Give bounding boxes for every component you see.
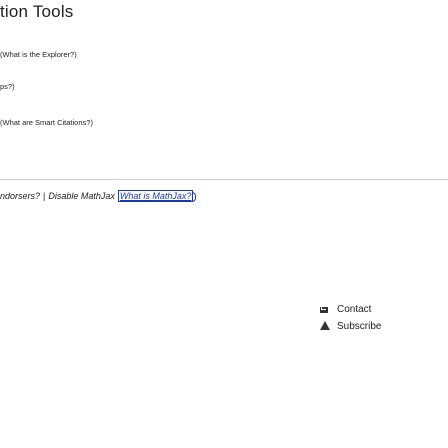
smart-citations-help-line: (What are Smart Citations?) [0, 118, 93, 127]
paren-close: ) [90, 118, 93, 127]
section-title: tion Tools [0, 2, 74, 21]
footer-links: Contact Subscribe [320, 301, 381, 335]
paren-close: ) [74, 50, 77, 59]
what-is-explorer-link[interactable]: What is the Explorer? [3, 50, 75, 59]
what-are-smart-citations-link[interactable]: What are Smart Citations? [3, 118, 91, 127]
tool-help-line: ps?) [0, 82, 15, 91]
separator: | [43, 191, 46, 201]
subscribe-link[interactable]: Subscribe [320, 318, 381, 335]
what-is-mathjax-link[interactable]: What is MathJax? [117, 190, 194, 202]
mathjax-bar: ndorsers? | Disable MathJax What is MathJax… [0, 190, 194, 202]
section-divider [0, 179, 448, 180]
disable-mathjax-link[interactable]: Disable MathJax [48, 191, 115, 201]
page: tion Tools (What is the Explorer?) ps?) … [0, 0, 448, 448]
tool-help-link[interactable]: ps?) [0, 82, 15, 91]
endorsers-link[interactable]: ndorsers? [0, 191, 40, 201]
contact-link[interactable]: Contact [320, 301, 381, 318]
bell-icon [320, 321, 330, 330]
contact-label: Contact [337, 304, 372, 315]
subscribe-label: Subscribe [337, 321, 382, 332]
envelope-icon [320, 306, 328, 313]
explorer-help-line: (What is the Explorer?) [0, 50, 77, 59]
